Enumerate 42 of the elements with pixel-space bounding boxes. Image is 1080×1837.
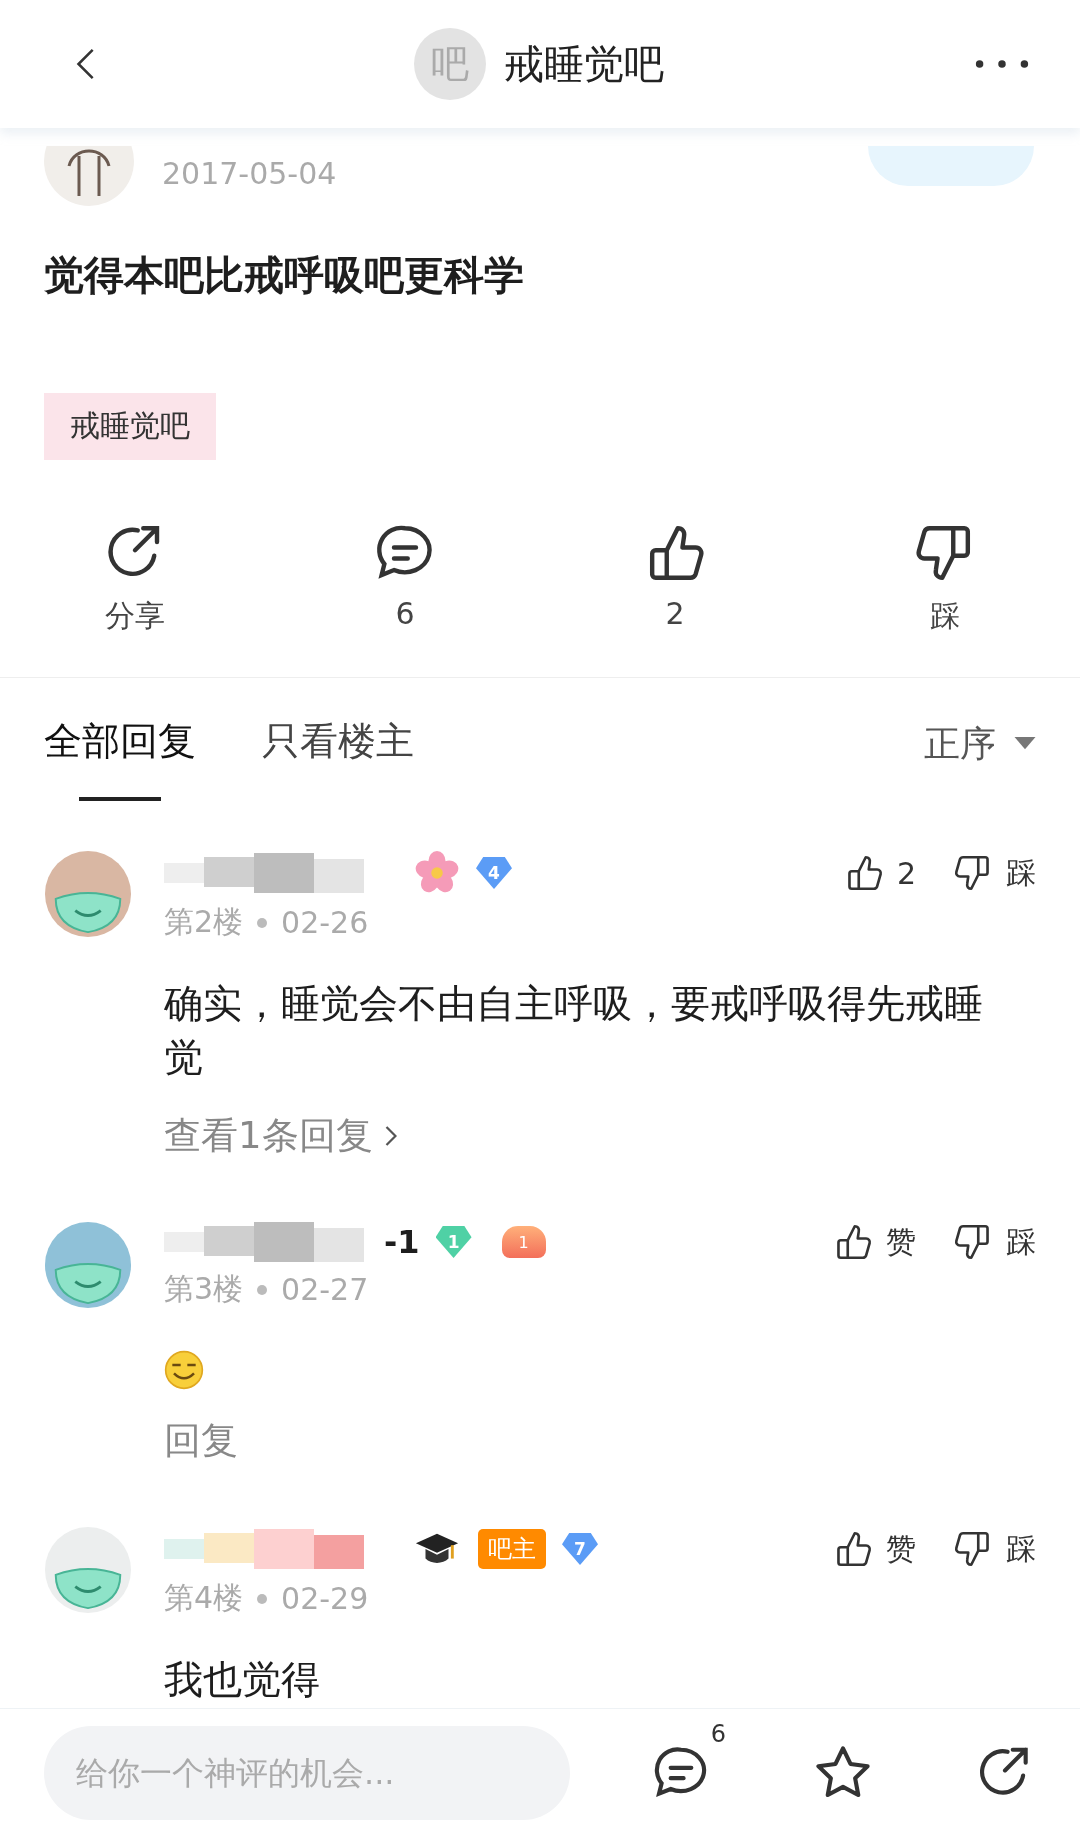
dislike-button[interactable]: 踩 (952, 1221, 1036, 1263)
level-badge: 4 (476, 857, 512, 889)
separator-dot (257, 917, 268, 928)
sort-dropdown[interactable]: 正序 (924, 719, 1036, 791)
post-date: 2017-05-04 (162, 155, 338, 191)
reply-tab[interactable]: 只看楼主 (262, 704, 414, 806)
floor-number: 第2楼 (164, 903, 244, 941)
avatar[interactable] (44, 146, 134, 206)
like-action[interactable]: 2 (615, 520, 735, 637)
separator-dot (257, 1284, 268, 1295)
reply-text: 确实，睡觉会不由自主呼吸，要戒呼吸得先戒睡觉 (164, 980, 984, 1082)
comment-count: 6 (710, 1720, 726, 1748)
reply-date: 02-26 (281, 905, 369, 940)
share-action[interactable]: 分享 (75, 520, 195, 637)
username[interactable]: -1 (384, 1223, 420, 1261)
like-button[interactable]: 赞 (832, 1221, 916, 1263)
reply-link[interactable]: 回复 (164, 1416, 238, 1466)
dislike-button[interactable]: 踩 (952, 852, 1036, 894)
reply-text: 我也觉得 (164, 1656, 321, 1704)
chevron-icon (384, 1125, 397, 1147)
caret-icon (1014, 737, 1036, 751)
moderator-badge: 吧主 (478, 1529, 546, 1569)
lungs-badge: 1 (501, 1226, 546, 1258)
separator-dot (257, 1593, 268, 1604)
dislike-button[interactable]: 踩 (952, 1528, 1036, 1570)
level-badge: 1 (435, 1226, 472, 1258)
dislike-action[interactable]: 踩 (885, 520, 1005, 637)
comment-action[interactable]: 6 (345, 520, 465, 637)
level-badge: 7 (562, 1533, 598, 1565)
floor-number: 第3楼 (164, 1270, 244, 1308)
view-replies-link[interactable]: 查看1条回复 (164, 1111, 397, 1161)
more-icon[interactable] (974, 58, 1030, 70)
floor-number: 第4楼 (164, 1579, 244, 1617)
reply-date: 02-29 (281, 1581, 369, 1616)
smiley-icon (164, 1350, 204, 1390)
reply-date: 02-27 (281, 1272, 369, 1307)
like-button[interactable]: 2 (842, 852, 916, 894)
like-button[interactable]: 赞 (832, 1528, 916, 1570)
post-title: 觉得本吧比戒呼吸吧更科学 (44, 251, 525, 300)
forum-name[interactable]: 戒睡觉吧 (504, 36, 664, 92)
comment-field[interactable]: 给你一个神评的机会... (44, 1726, 570, 1820)
forum-tag[interactable]: 戒睡觉吧 (44, 393, 216, 460)
